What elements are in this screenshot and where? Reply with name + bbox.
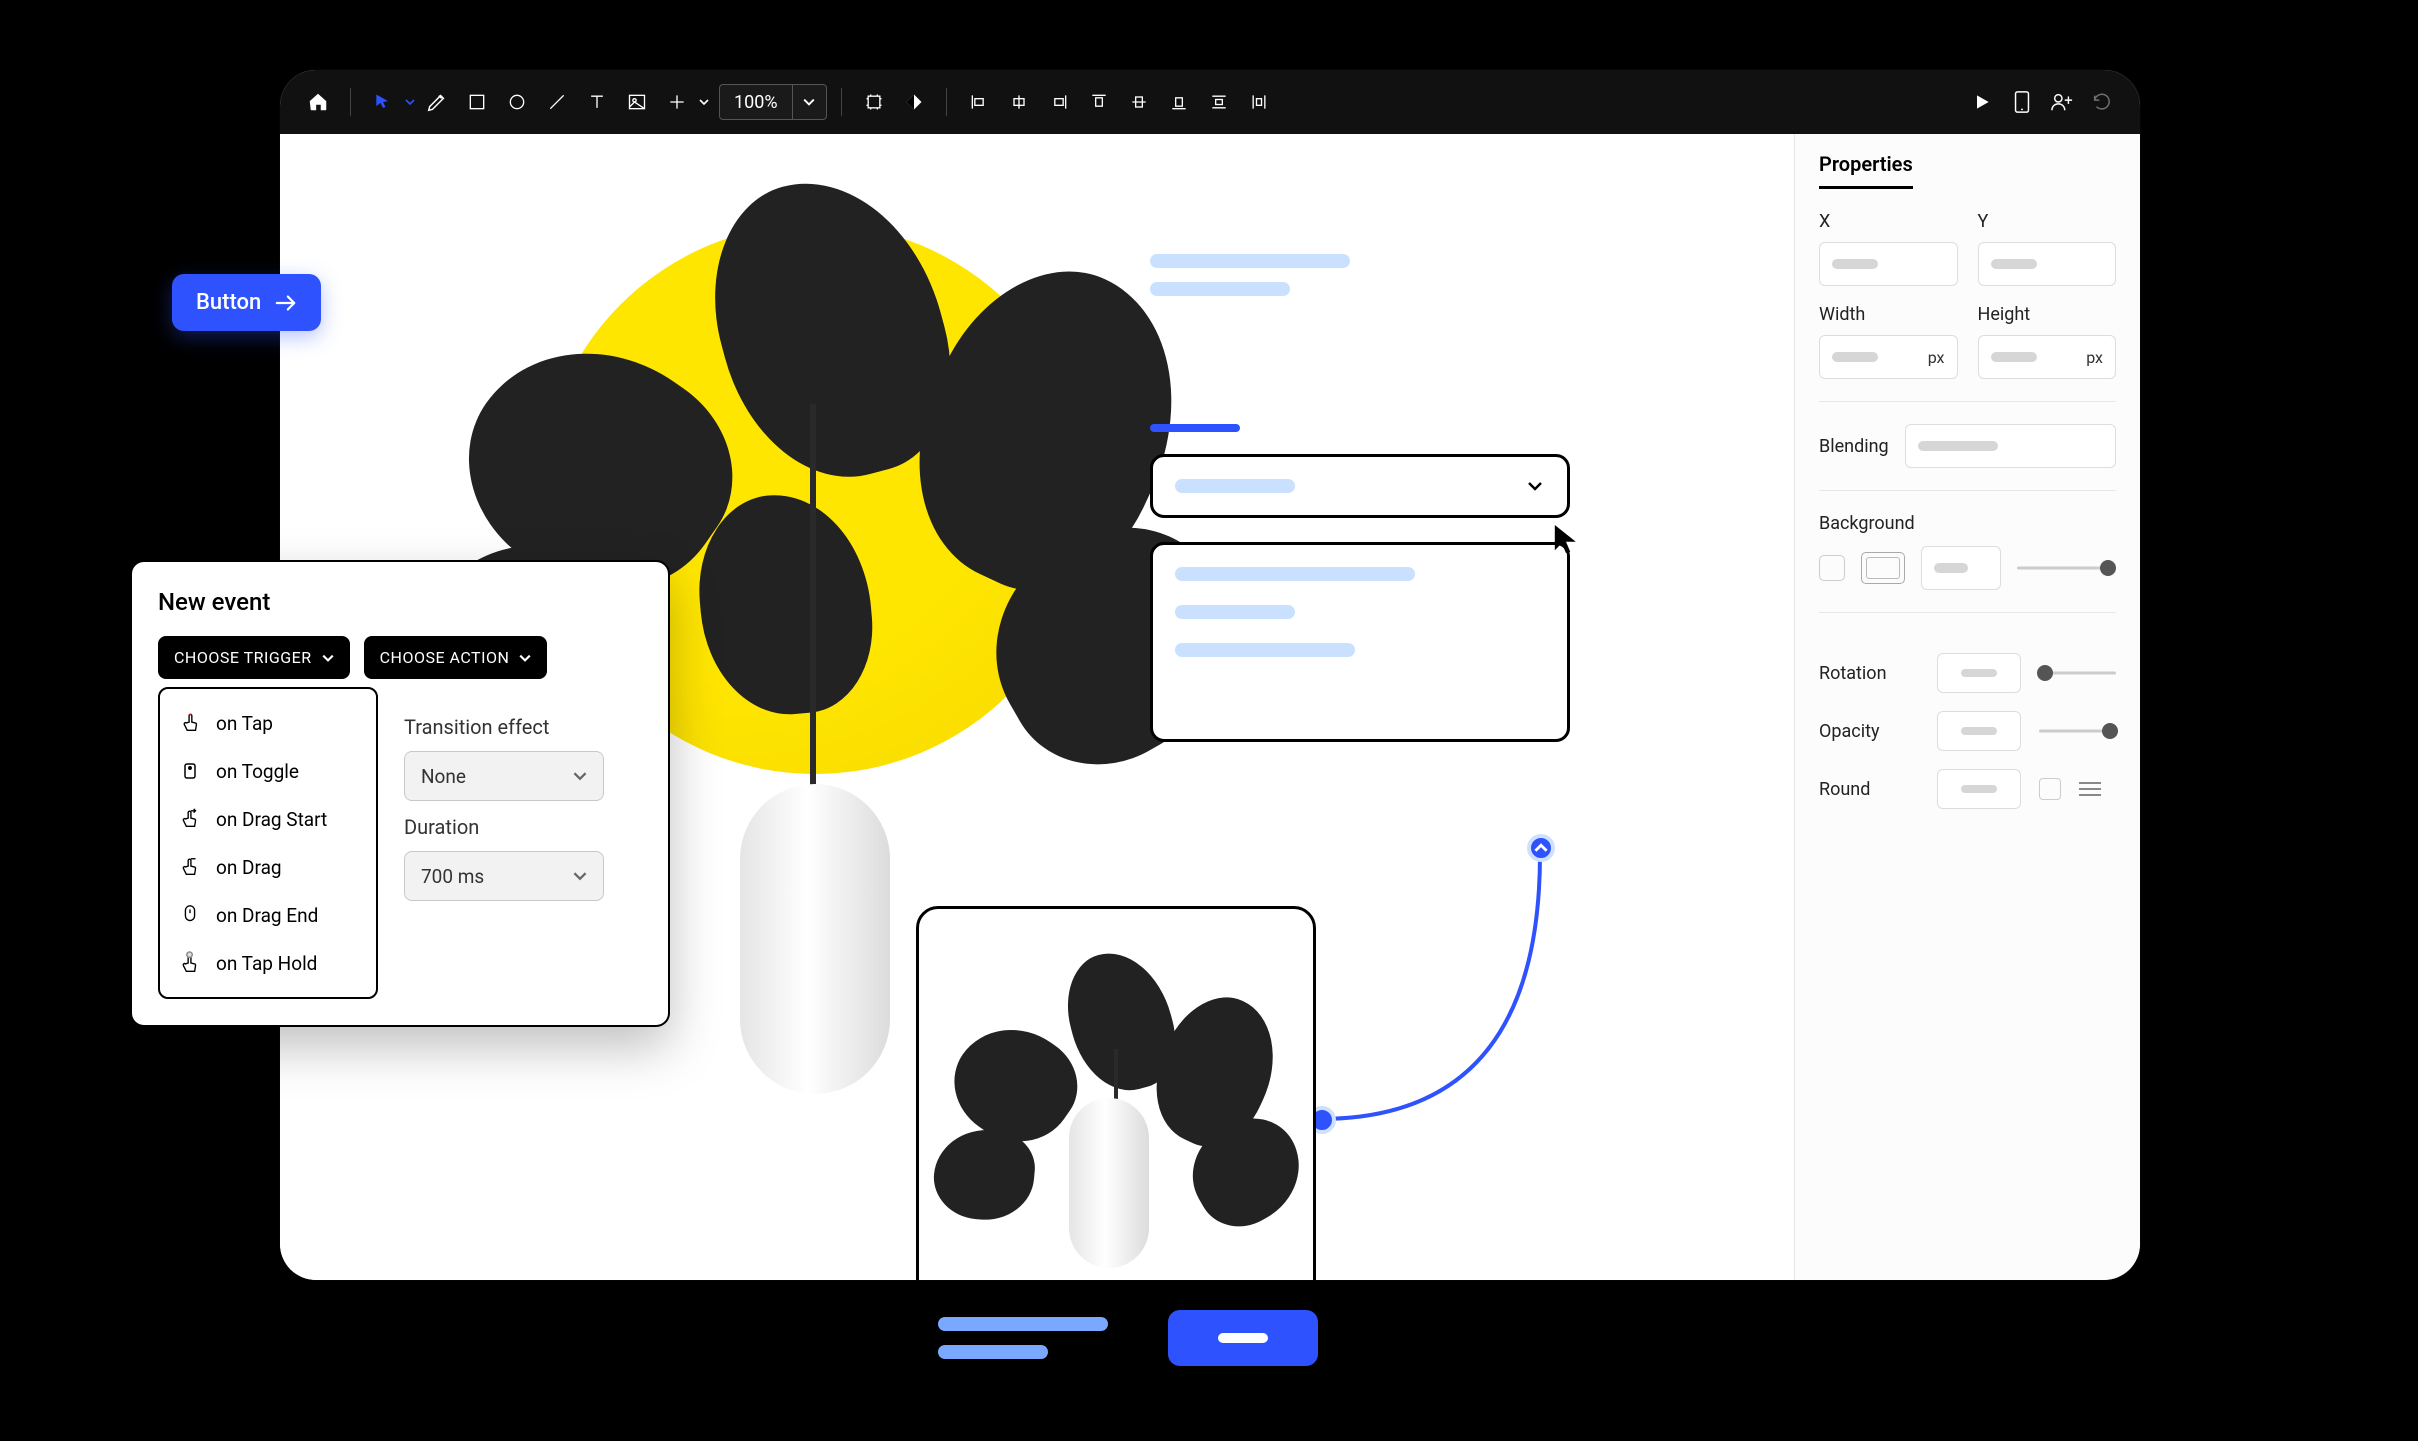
bg-slider[interactable] [2017,556,2116,580]
drag-end-icon [178,903,202,927]
dropdown-closed[interactable] [1150,454,1570,518]
prototype-connection[interactable] [1300,834,1600,1234]
pen-tool-icon[interactable] [419,84,455,120]
rotation-label: Rotation [1819,663,1919,684]
trigger-on-tap[interactable]: on Tap [160,699,376,747]
y-label: Y [1978,211,2117,232]
undo-history-icon[interactable] [2084,84,2120,120]
cursor-icon [1552,522,1580,556]
floating-button-label: Button [196,290,261,315]
device-preview-icon[interactable] [2004,84,2040,120]
placeholder-bar [938,1345,1048,1359]
opacity-input[interactable] [1937,711,2021,751]
placeholder-bar [938,1317,1108,1331]
bg-swatch-none[interactable] [1819,555,1845,581]
blending-label: Blending [1819,436,1889,457]
choose-trigger-chip[interactable]: CHOOSE TRIGGER [158,636,350,679]
opacity-slider[interactable] [2039,719,2116,743]
drag-start-icon [178,807,202,831]
trigger-on-drag-start[interactable]: on Drag Start [160,795,376,843]
trigger-on-tap-hold[interactable]: on Tap Hold [160,939,376,987]
home-icon[interactable] [300,84,336,120]
add-user-icon[interactable] [2044,84,2080,120]
width-label: Width [1819,304,1958,325]
round-label: Round [1819,779,1919,800]
drag-icon [178,855,202,879]
trigger-on-toggle[interactable]: on Toggle [160,747,376,795]
mini-primary-button[interactable] [1168,1310,1318,1366]
plant-pot[interactable] [740,784,890,1094]
trigger-on-drag[interactable]: on Drag [160,843,376,891]
floating-button-component[interactable]: Button [172,274,321,331]
select-tool-icon[interactable] [365,84,401,120]
round-corners-icon[interactable] [2079,782,2101,796]
opacity-label: Opacity [1819,721,1919,742]
choose-action-chip[interactable]: CHOOSE ACTION [364,636,548,679]
mini-preview-bar [938,1310,1318,1366]
width-input[interactable]: px [1819,335,1958,379]
align-bottom-icon[interactable] [1161,84,1197,120]
play-icon[interactable] [1964,84,2000,120]
dropdown-open[interactable] [1150,542,1570,742]
round-link-toggle[interactable] [2039,778,2061,800]
chevron-down-icon [322,652,334,664]
chevron-down-icon [573,869,587,883]
distribute-v-icon[interactable] [1201,84,1237,120]
bg-value-input[interactable] [1921,546,2001,590]
properties-panel: Properties X Y Width px Height [1794,134,2140,1280]
new-event-panel: New event CHOOSE TRIGGER CHOOSE ACTION o… [130,560,670,1027]
background-label: Background [1819,513,2116,534]
duration-select[interactable]: 700 ms [404,851,604,901]
text-placeholder-lines[interactable] [1150,254,1350,310]
trigger-on-drag-end[interactable]: on Drag End [160,891,376,939]
toggle-icon [178,759,202,783]
round-input[interactable] [1937,769,2021,809]
x-input[interactable] [1819,242,1958,286]
rotation-slider[interactable] [2039,661,2116,685]
distribute-h-icon[interactable] [1241,84,1277,120]
tap-hold-icon [178,951,202,975]
trigger-dropdown-list: on Tap on Toggle on Drag Start on Drag o… [158,687,378,999]
chevron-down-icon [519,652,531,664]
properties-tab[interactable]: Properties [1819,152,1913,189]
connection-node-end[interactable] [1527,834,1555,862]
bg-swatch-image[interactable] [1861,552,1905,584]
rotation-input[interactable] [1937,653,2021,693]
arrow-right-icon [275,294,297,312]
transition-effect-select[interactable]: None [404,751,604,801]
height-label: Height [1978,304,2117,325]
chevron-down-icon [1525,476,1545,496]
tap-icon [178,711,202,735]
blending-input[interactable] [1905,424,2116,468]
height-input[interactable]: px [1978,335,2117,379]
y-input[interactable] [1978,242,2117,286]
selection-indicator [1150,424,1240,432]
transition-effect-label: Transition effect [404,715,642,739]
chevron-down-icon [573,769,587,783]
duration-label: Duration [404,815,642,839]
new-event-title: New event [158,588,642,616]
x-label: X [1819,211,1958,232]
artboard-preview[interactable] [916,906,1316,1280]
chevron-down-icon[interactable] [405,97,415,107]
